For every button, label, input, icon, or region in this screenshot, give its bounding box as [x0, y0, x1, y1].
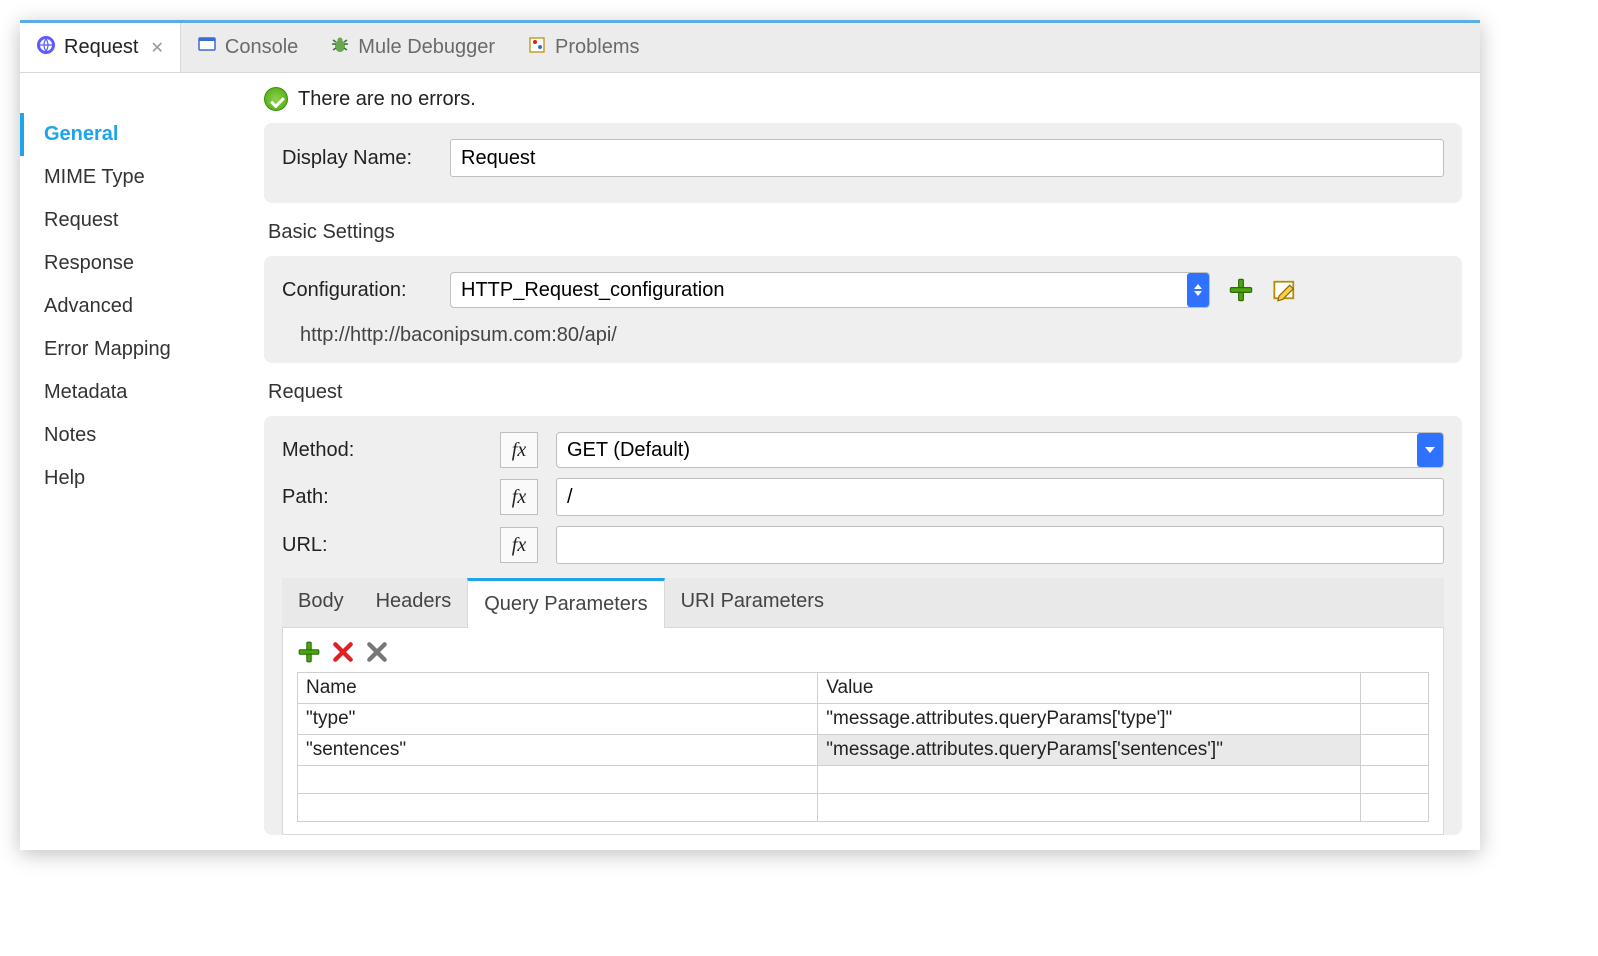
qp-name-cell[interactable]: "sentences": [298, 735, 818, 766]
qp-value-cell[interactable]: "message.attributes.queryParams['type']": [818, 704, 1361, 735]
sidebar-item-help[interactable]: Help: [20, 457, 246, 500]
qp-col-name[interactable]: Name: [298, 673, 818, 704]
edit-configuration-button[interactable]: [1272, 277, 1298, 303]
display-name-panel: Display Name:: [264, 123, 1462, 203]
clear-query-params-button[interactable]: [365, 640, 389, 664]
qp-value-cell[interactable]: [818, 766, 1361, 794]
sidebar-item-mime-type[interactable]: MIME Type: [20, 156, 246, 199]
basic-settings-panel: Configuration: http://http://baconipsum.…: [264, 256, 1462, 363]
add-query-param-button[interactable]: [297, 640, 321, 664]
sidebar-item-label: Notes: [44, 424, 96, 446]
status-row: There are no errors.: [264, 87, 1462, 111]
method-label: Method:: [282, 439, 482, 462]
general-panel: There are no errors. Display Name: Basic…: [246, 73, 1480, 850]
tab-problems[interactable]: Problems: [511, 23, 655, 72]
sidebar-item-label: MIME Type: [44, 166, 145, 188]
problems-icon: [527, 35, 547, 61]
qp-empty-cell: [1361, 794, 1429, 822]
qp-name-cell[interactable]: [298, 766, 818, 794]
sidebar-item-metadata[interactable]: Metadata: [20, 371, 246, 414]
request-section-title: Request: [268, 381, 1462, 404]
sidebar-item-general[interactable]: General: [20, 113, 246, 156]
close-icon[interactable]: ✕: [151, 38, 164, 58]
method-select[interactable]: [556, 432, 1444, 468]
remove-query-param-button[interactable]: [331, 640, 355, 664]
tab-request[interactable]: Request ✕: [20, 23, 181, 72]
tab-console[interactable]: Console: [181, 23, 314, 72]
subtab-query-parameters[interactable]: Query Parameters: [467, 578, 664, 628]
tab-request-label: Request: [64, 36, 139, 59]
qp-col-spacer: [1361, 673, 1429, 704]
property-sidebar: General MIME Type Request Response Advan…: [20, 73, 246, 850]
display-name-input[interactable]: [450, 139, 1444, 177]
subtab-headers[interactable]: Headers: [360, 578, 468, 627]
sidebar-item-label: Advanced: [44, 295, 133, 317]
query-parameters-table: Name Value "type" "message.attributes.qu…: [297, 672, 1429, 822]
request-panel: Method: fx Path: fx URL: fx: [264, 416, 1462, 835]
path-input[interactable]: [556, 478, 1444, 516]
subtab-body[interactable]: Body: [282, 578, 360, 627]
fx-button-method[interactable]: fx: [500, 432, 538, 468]
bug-icon: [330, 35, 350, 61]
tab-console-label: Console: [225, 36, 298, 59]
add-configuration-button[interactable]: [1228, 277, 1254, 303]
sidebar-item-label: Response: [44, 252, 134, 274]
table-row[interactable]: "sentences" "message.attributes.queryPar…: [298, 735, 1429, 766]
query-parameters-body: Name Value "type" "message.attributes.qu…: [282, 628, 1444, 835]
table-row[interactable]: [298, 794, 1429, 822]
qp-empty-cell: [1361, 766, 1429, 794]
check-icon: [264, 87, 288, 111]
console-icon: [197, 35, 217, 61]
tab-mule-debugger[interactable]: Mule Debugger: [314, 23, 511, 72]
path-label: Path:: [282, 486, 482, 509]
view-tabbar: Request ✕ Console Mule Debugger Problems: [20, 23, 1480, 73]
sidebar-item-error-mapping[interactable]: Error Mapping: [20, 328, 246, 371]
tab-problems-label: Problems: [555, 36, 639, 59]
configuration-label: Configuration:: [282, 279, 432, 302]
fx-button-path[interactable]: fx: [500, 479, 538, 515]
table-row[interactable]: [298, 766, 1429, 794]
qp-value-cell[interactable]: [818, 794, 1361, 822]
sidebar-item-label: Request: [44, 209, 119, 231]
sidebar-item-label: Error Mapping: [44, 338, 171, 360]
sidebar-item-response[interactable]: Response: [20, 242, 246, 285]
basic-settings-title: Basic Settings: [268, 221, 1462, 244]
qp-value-cell[interactable]: "message.attributes.queryParams['sentenc…: [818, 735, 1361, 766]
chevron-updown-icon[interactable]: [1187, 273, 1209, 307]
sidebar-item-advanced[interactable]: Advanced: [20, 285, 246, 328]
url-label: URL:: [282, 534, 482, 557]
url-input[interactable]: [556, 526, 1444, 564]
sidebar-item-notes[interactable]: Notes: [20, 414, 246, 457]
qp-col-value[interactable]: Value: [818, 673, 1361, 704]
qp-name-cell[interactable]: "type": [298, 704, 818, 735]
request-tab-icon: [36, 35, 56, 61]
query-param-toolbar: [297, 640, 1429, 664]
qp-empty-cell: [1361, 704, 1429, 735]
sidebar-item-request[interactable]: Request: [20, 199, 246, 242]
chevron-down-icon[interactable]: [1417, 433, 1443, 467]
configuration-url: http://http://baconipsum.com:80/api/: [282, 318, 1444, 347]
tab-debugger-label: Mule Debugger: [358, 36, 495, 59]
properties-window: Request ✕ Console Mule Debugger Problems…: [20, 20, 1480, 850]
subtab-uri-parameters[interactable]: URI Parameters: [665, 578, 840, 627]
request-subtabs: Body Headers Query Parameters URI Parame…: [282, 578, 1444, 628]
sidebar-item-label: Help: [44, 467, 85, 489]
sidebar-item-label: General: [44, 123, 118, 145]
status-text: There are no errors.: [298, 88, 476, 111]
qp-empty-cell: [1361, 735, 1429, 766]
sidebar-item-label: Metadata: [44, 381, 127, 403]
table-row[interactable]: "type" "message.attributes.queryParams['…: [298, 704, 1429, 735]
qp-name-cell[interactable]: [298, 794, 818, 822]
configuration-select[interactable]: [450, 272, 1210, 308]
fx-button-url[interactable]: fx: [500, 527, 538, 563]
display-name-label: Display Name:: [282, 147, 432, 170]
